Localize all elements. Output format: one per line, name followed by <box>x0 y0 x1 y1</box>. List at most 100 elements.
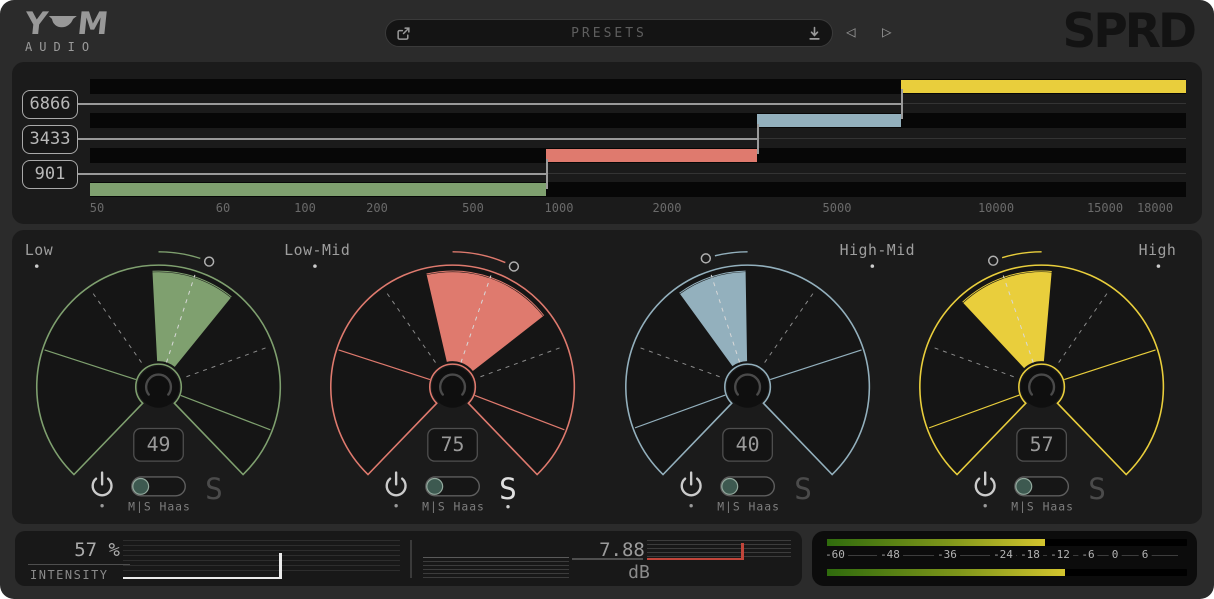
dial-indicator-handle-low[interactable] <box>205 257 214 266</box>
ms-haas-labels-low: M|S Haas <box>128 500 191 515</box>
meter-scale-label: 6 <box>1139 548 1152 561</box>
db-active-line <box>647 558 742 560</box>
freq-axis-label: 100 <box>294 201 316 215</box>
intensity-slider[interactable] <box>123 540 400 571</box>
meter-fill-right <box>827 569 1065 576</box>
freq-axis-label: 10000 <box>978 201 1014 215</box>
meter-track-right <box>827 569 1187 576</box>
dial-indicator-arc-high-mid <box>715 252 748 256</box>
solo-button-high[interactable]: S <box>1088 472 1106 507</box>
freq-axis-label: 200 <box>366 201 388 215</box>
solo-button-low[interactable]: S <box>205 472 223 507</box>
dial-indicator-handle-high[interactable] <box>989 256 998 265</box>
power-active-dot-low-mid <box>394 504 397 507</box>
band-segment-low-mid <box>546 149 757 162</box>
ms-haas-toggle-knob-high-mid[interactable] <box>722 478 738 494</box>
dial-value-low-mid: 75 <box>441 433 465 456</box>
band-display-panel: 6866343390150601002005001000200050001000… <box>12 62 1202 224</box>
ms-haas-labels-high: M|S Haas <box>1011 500 1074 515</box>
dial-knob-low[interactable] <box>138 366 180 408</box>
db-unit: dB <box>599 562 679 583</box>
freq-axis-label: 60 <box>216 201 230 215</box>
dial-value-high-mid: 40 <box>736 433 760 456</box>
crossover-freq-box[interactable]: 901 <box>22 160 78 189</box>
ms-haas-toggle-knob-high[interactable] <box>1016 478 1032 494</box>
dials-canvas: 49 Low M|S Haas S 75 Low-Mid M|S Haas S 40 High-M… <box>12 230 1202 524</box>
db-handle[interactable] <box>741 543 744 560</box>
crossover-freq-box[interactable]: 6866 <box>22 90 78 119</box>
db-slider-positive[interactable] <box>647 540 791 559</box>
band-label-dot-low-mid <box>313 264 317 268</box>
dial-value-high: 57 <box>1030 433 1054 456</box>
freq-axis-label: 500 <box>462 201 484 215</box>
brand-letter-m: M <box>76 9 110 39</box>
band-label-dot-high-mid <box>871 264 875 268</box>
prev-preset-button[interactable]: ◁ <box>846 22 856 41</box>
intensity-active-line <box>123 577 280 579</box>
meter-scale-label: 0 <box>1109 548 1122 561</box>
footer-divider <box>410 540 412 578</box>
band-segment-high-mid <box>757 114 901 127</box>
crossover-tick[interactable] <box>757 124 759 154</box>
preset-bar[interactable]: PRESETS <box>385 19 833 47</box>
db-slider-negative-top <box>423 557 569 558</box>
ms-haas-toggle-knob-low[interactable] <box>133 478 149 494</box>
band-segment-high <box>901 80 1186 93</box>
meter-fill-left <box>827 539 1045 546</box>
dial-indicator-handle-high-mid[interactable] <box>701 254 710 263</box>
band-label-low-mid: Low-Mid <box>284 241 350 259</box>
dial-knob-high[interactable] <box>1021 366 1063 408</box>
band-label-dot-low <box>35 264 39 268</box>
freq-axis-label: 15000 <box>1087 201 1123 215</box>
dial-knob-high-mid[interactable] <box>727 366 769 408</box>
intensity-handle[interactable] <box>279 553 282 579</box>
preset-label[interactable]: PRESETS <box>386 26 832 41</box>
dial-value-low: 49 <box>147 433 171 456</box>
crossover-tick[interactable] <box>546 159 548 189</box>
intensity-label: INTENSITY <box>30 568 109 582</box>
crossover-tick[interactable] <box>901 89 903 119</box>
intensity-divider <box>28 564 130 565</box>
solo-button-high-mid[interactable]: S <box>794 472 812 507</box>
meter-scale-label: -6 <box>1078 548 1097 561</box>
freq-axis-label: 18000 <box>1137 201 1173 215</box>
plugin-window: Y M AUDIO PRESETS ◁ ▷ SPRD 6866343390150… <box>0 0 1214 599</box>
brand-logo: Y M AUDIO <box>25 9 108 54</box>
brand-sub-label: AUDIO <box>25 40 108 54</box>
freq-axis-label: 5000 <box>823 201 852 215</box>
band-label-low: Low <box>25 241 53 259</box>
meter-scale-label: -60 <box>822 548 848 561</box>
crossover-line <box>76 173 546 175</box>
meter-scale-label: -48 <box>877 548 903 561</box>
band-label-dot-high <box>1157 264 1161 268</box>
dial-indicator-arc-high <box>1002 252 1042 258</box>
dial-indicator-handle-low-mid[interactable] <box>509 262 518 271</box>
freq-axis-label: 50 <box>90 201 104 215</box>
next-preset-button[interactable]: ▷ <box>882 22 892 41</box>
crossover-freq-box[interactable]: 3433 <box>22 125 78 154</box>
band-segment-low <box>90 183 546 196</box>
solo-button-low-mid[interactable]: S <box>499 472 517 507</box>
footer-panel: 57 % INTENSITY 7.88 dB <box>15 531 802 586</box>
solo-active-dot-low-mid <box>506 505 509 508</box>
brand-letter-y: Y <box>23 9 49 39</box>
dial-knob-low-mid[interactable] <box>432 366 474 408</box>
ms-haas-labels-low-mid: M|S Haas <box>422 500 485 515</box>
ms-haas-toggle-knob-low-mid[interactable] <box>427 478 443 494</box>
meter-scale-label: -12 <box>1047 548 1073 561</box>
power-active-dot-high <box>984 504 987 507</box>
band-track-high-mid <box>90 113 1186 128</box>
bowl-icon <box>48 16 78 32</box>
dial-indicator-arc-low <box>159 252 201 259</box>
freq-axis-label: 1000 <box>545 201 574 215</box>
band-label-high: High <box>1139 241 1177 259</box>
band-label-high-mid: High-Mid <box>840 241 915 259</box>
intensity-value: 57 % <box>45 539 120 561</box>
crossover-line <box>76 103 901 105</box>
meter-scale-label: -18 <box>1017 548 1043 561</box>
db-slider-negative[interactable] <box>423 557 569 579</box>
output-meter-panel: -60-48-36-24-18-12-606 <box>812 531 1197 586</box>
db-divider <box>572 558 643 560</box>
meter-track-left <box>827 539 1187 546</box>
power-active-dot-low <box>100 504 103 507</box>
